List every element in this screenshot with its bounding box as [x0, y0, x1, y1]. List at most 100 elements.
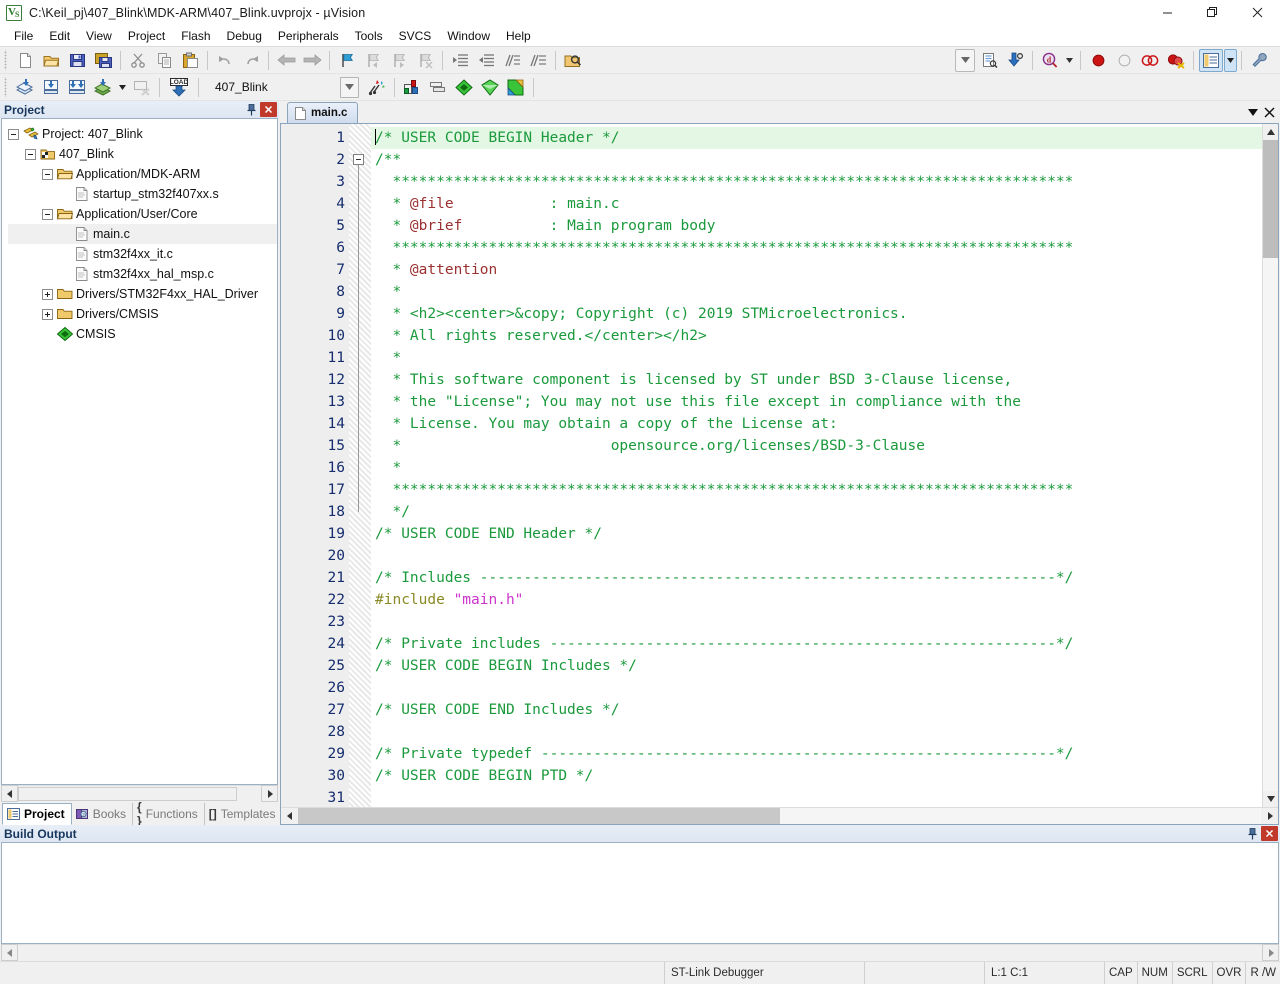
stop-build-icon[interactable]: [130, 76, 154, 99]
code-hscrollbar[interactable]: [281, 807, 1278, 824]
bookmark-next-icon[interactable]: [387, 49, 411, 72]
menu-svcs[interactable]: SVCS: [391, 26, 440, 46]
menu-edit[interactable]: Edit: [41, 26, 78, 46]
code-line[interactable]: * This software component is licensed by…: [371, 369, 1262, 391]
code-line[interactable]: /* USER CODE END Header */: [371, 523, 1262, 545]
tree-item[interactable]: startup_stm32f407xx.s: [8, 184, 277, 204]
copy-icon[interactable]: [152, 49, 176, 72]
hscroll-track[interactable]: [18, 785, 261, 802]
navigate-forward-icon[interactable]: [300, 49, 324, 72]
code-line[interactable]: * All rights reserved.</center></h2>: [371, 325, 1262, 347]
tree-item[interactable]: Application/MDK-ARM: [8, 164, 277, 184]
code-vscrollbar[interactable]: [1262, 124, 1278, 807]
menu-window[interactable]: Window: [439, 26, 498, 46]
manage-project-items-icon[interactable]: [400, 76, 424, 99]
code-line[interactable]: *: [371, 281, 1262, 303]
find-in-files-icon[interactable]: [561, 49, 585, 72]
project-window-icon[interactable]: [1199, 48, 1223, 72]
code-line[interactable]: * opensource.org/licenses/BSD-3-Clause: [371, 435, 1262, 457]
tree-expand-icon[interactable]: [42, 308, 53, 320]
indent-icon[interactable]: [448, 49, 472, 72]
window-list-dropdown-icon[interactable]: [1244, 102, 1261, 122]
vscroll-track[interactable]: [1263, 140, 1278, 791]
build-output-hscrollbar[interactable]: [1, 944, 1279, 961]
scroll-left-arrow-icon[interactable]: [1, 944, 18, 961]
open-file-icon[interactable]: [39, 49, 63, 72]
breakpoint-disable-all-icon[interactable]: [1138, 49, 1162, 72]
target-options-icon[interactable]: [365, 76, 389, 99]
code-line[interactable]: /* Private includes --------------------…: [371, 633, 1262, 655]
minimize-button[interactable]: [1145, 0, 1190, 25]
code-text-area[interactable]: /* USER CODE BEGIN Header *//** ********…: [371, 124, 1262, 807]
code-line[interactable]: /* Includes ----------------------------…: [371, 567, 1262, 589]
code-line[interactable]: [371, 787, 1262, 807]
rebuild-icon[interactable]: [65, 76, 89, 99]
code-editor[interactable]: 1 2 3 4 5 6 7 8 9 10 11 12 13 14 15 16 17 18 19 20 21 22 23 24 2…: [280, 123, 1279, 825]
hscroll-thumb[interactable]: [18, 787, 237, 801]
comment-icon[interactable]: [500, 49, 524, 72]
tree-item[interactable]: Application/User/Core: [8, 204, 277, 224]
code-line[interactable]: [371, 721, 1262, 743]
code-body[interactable]: 1 2 3 4 5 6 7 8 9 10 11 12 13 14 15 16 17 18 19 20 21 22 23 24 2…: [281, 124, 1278, 807]
pane-tab-books[interactable]: ? Books: [72, 803, 134, 825]
tree-collapse-icon[interactable]: [8, 128, 19, 140]
download-icon[interactable]: LOAD: [165, 76, 193, 99]
code-line[interactable]: * @brief : Main program body: [371, 215, 1262, 237]
close-button[interactable]: [1235, 0, 1280, 25]
find-icon[interactable]: d: [1038, 49, 1062, 72]
code-line[interactable]: * @attention: [371, 259, 1262, 281]
tree-collapse-icon[interactable]: [25, 148, 36, 160]
build-output-text[interactable]: [1, 842, 1279, 944]
tree-collapse-icon[interactable]: [42, 208, 53, 220]
code-line[interactable]: *: [371, 457, 1262, 479]
navigate-back-icon[interactable]: [274, 49, 298, 72]
new-file-icon[interactable]: [13, 49, 37, 72]
code-line[interactable]: ****************************************…: [371, 479, 1262, 501]
menu-flash[interactable]: Flash: [173, 26, 218, 46]
code-line[interactable]: * the "License"; You may not use this fi…: [371, 391, 1262, 413]
combo-dropdown-icon[interactable]: [955, 48, 975, 72]
code-line[interactable]: /* Private typedef ---------------------…: [371, 743, 1262, 765]
auto-hide-pin-icon[interactable]: [1244, 826, 1261, 841]
target-selector[interactable]: 407_Blink: [209, 76, 359, 98]
target-selector-dropdown-icon[interactable]: [340, 76, 359, 98]
batch-build-icon[interactable]: [91, 76, 115, 99]
code-line[interactable]: *: [371, 347, 1262, 369]
tree-item[interactable]: CMSIS: [8, 324, 277, 344]
goto-definition-icon[interactable]: [1003, 49, 1027, 72]
code-line[interactable]: /* USER CODE BEGIN Includes */: [371, 655, 1262, 677]
code-line[interactable]: [371, 677, 1262, 699]
code-line[interactable]: /* USER CODE END Includes */: [371, 699, 1262, 721]
manage-run-time-env-icon[interactable]: [452, 76, 476, 99]
code-line[interactable]: #include "main.h": [371, 589, 1262, 611]
paste-icon[interactable]: [178, 49, 202, 72]
tree-item[interactable]: Drivers/CMSIS: [8, 304, 277, 324]
hscroll-thumb[interactable]: [298, 808, 780, 824]
menu-file[interactable]: File: [6, 26, 41, 46]
scroll-right-arrow-icon[interactable]: [261, 785, 278, 802]
menu-peripherals[interactable]: Peripherals: [270, 26, 347, 46]
menu-help[interactable]: Help: [498, 26, 539, 46]
menu-view[interactable]: View: [78, 26, 120, 46]
build-icon[interactable]: [39, 76, 63, 99]
tree-expand-icon[interactable]: [42, 288, 53, 300]
translate-icon[interactable]: [13, 76, 37, 99]
project-pane-close-icon[interactable]: [260, 102, 277, 117]
outdent-icon[interactable]: [474, 49, 498, 72]
uncomment-icon[interactable]: [526, 49, 550, 72]
build-output-close-icon[interactable]: [1261, 826, 1278, 841]
scroll-up-arrow-icon[interactable]: [1263, 124, 1278, 140]
document-tab-main-c[interactable]: main.c: [287, 102, 359, 123]
code-line[interactable]: * License. You may obtain a copy of the …: [371, 413, 1262, 435]
breakpoint-kill-all-icon[interactable]: [1164, 49, 1188, 72]
close-document-icon[interactable]: [1261, 102, 1278, 122]
find-dropdown-icon[interactable]: [1063, 49, 1076, 72]
code-line[interactable]: /**: [371, 149, 1262, 171]
menu-tools[interactable]: Tools: [347, 26, 391, 46]
batch-build-dropdown-icon[interactable]: [116, 76, 129, 99]
configure-icon[interactable]: [1247, 49, 1271, 72]
project-tree[interactable]: Project: 407_Blink 407_Blink Application/M…: [1, 118, 278, 785]
auto-hide-pin-icon[interactable]: [243, 102, 260, 117]
scroll-down-arrow-icon[interactable]: [1263, 791, 1278, 807]
pane-tab-functions[interactable]: { } Functions: [133, 800, 205, 828]
